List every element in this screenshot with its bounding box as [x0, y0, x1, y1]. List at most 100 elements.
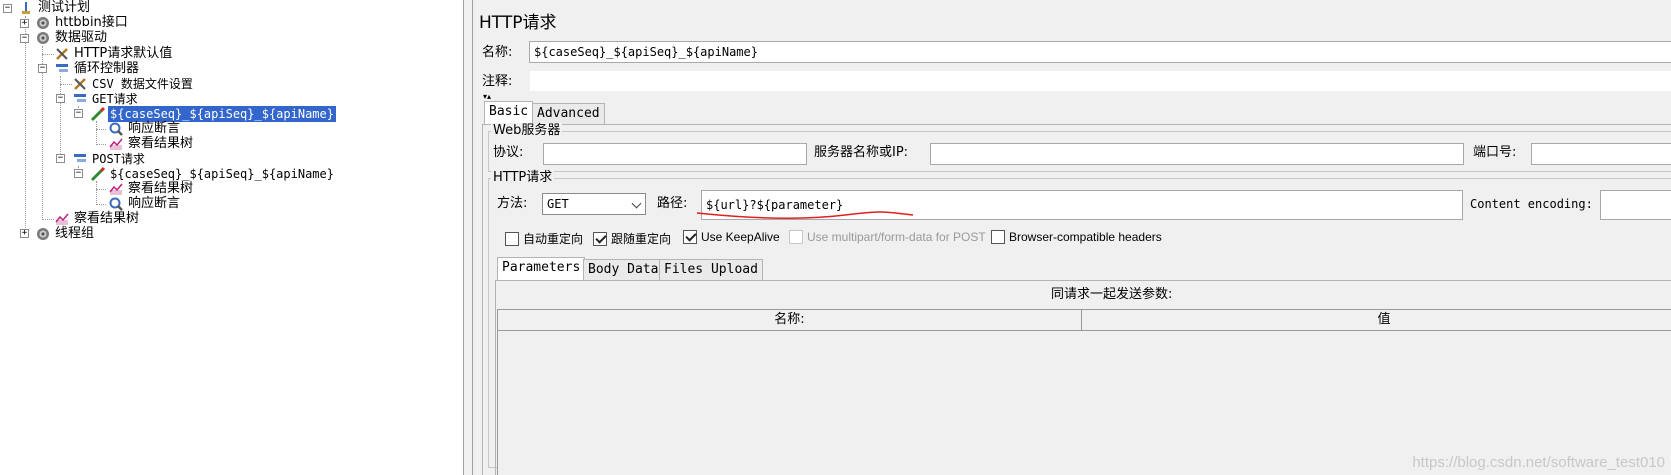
tree-node-label: 线程组: [55, 226, 95, 241]
controller-icon: [72, 91, 88, 107]
method-select-value: GET: [547, 197, 569, 211]
tree-node-get-sampler[interactable]: ${caseSeq}_${apiSeq}_${apiName}: [90, 106, 336, 122]
keepalive-checkbox[interactable]: Use KeepAlive: [683, 230, 780, 244]
tree-node-label: 响应断言: [128, 196, 181, 211]
tree-node-label: httbbin接口: [55, 15, 128, 30]
controller-icon: [54, 61, 70, 77]
expand-toggle[interactable]: +: [20, 19, 29, 28]
tree-node-post-sampler[interactable]: ${caseSeq}_${apiSeq}_${apiName}: [90, 166, 336, 182]
params-caption: 同请求一起发送参数:: [1051, 287, 1173, 302]
multipart-checkbox: Use multipart/form-data for POST: [789, 230, 986, 244]
magnifier-icon: [108, 196, 124, 212]
magnifier-icon: [108, 121, 124, 137]
method-select[interactable]: GET: [542, 193, 646, 215]
tree-node-data-driven[interactable]: 数据驱动: [35, 30, 109, 46]
http-request-panel: HTTP请求 名称: ${caseSeq}_${apiSeq}_${apiNam…: [473, 0, 1671, 475]
gear-icon: [35, 30, 51, 46]
tree-node-test-plan[interactable]: 测试计划: [18, 0, 92, 16]
tree-node-post-request[interactable]: POST请求: [72, 151, 147, 167]
http-request-group-title: HTTP请求: [491, 170, 555, 186]
tree-node-http-defaults[interactable]: HTTP请求默认值: [54, 46, 174, 62]
collapse-toggle[interactable]: −: [38, 64, 47, 73]
tree-node-thread-group[interactable]: 线程组: [35, 226, 96, 242]
checkbox-label: Use KeepAlive: [701, 230, 780, 244]
tree-node-loop-controller[interactable]: 循环控制器: [54, 61, 141, 77]
tab-files-upload[interactable]: Files Upload: [659, 259, 763, 280]
wrench-icon: [54, 46, 70, 62]
split-pane-divider[interactable]: [463, 0, 473, 475]
method-label: 方法:: [497, 196, 528, 211]
checkbox-label: Use multipart/form-data for POST: [807, 230, 986, 244]
tree-node-label: 响应断言: [128, 121, 181, 136]
tree-node-post-assertion[interactable]: 响应断言: [108, 196, 182, 212]
collapse-toggle[interactable]: −: [56, 154, 65, 163]
tree-node-label: GET请求: [92, 92, 138, 106]
tree-node-results-tree[interactable]: 察看结果树: [54, 211, 141, 227]
test-plan-icon: [18, 0, 34, 16]
collapse-toggle[interactable]: −: [74, 109, 83, 118]
tree-node-label: 循环控制器: [74, 61, 140, 76]
tree-node-label: 数据驱动: [55, 30, 108, 45]
follow-redirect-checkbox[interactable]: 跟随重定向: [593, 230, 671, 247]
checkbox-box: [505, 231, 519, 246]
content-encoding-field[interactable]: [1600, 190, 1671, 220]
web-server-group-title: Web服务器: [491, 123, 563, 139]
protocol-label: 协议:: [493, 145, 524, 160]
checkbox-box: [789, 230, 803, 244]
auto-redirect-checkbox[interactable]: 自动重定向: [505, 230, 583, 247]
params-table[interactable]: [497, 309, 1671, 475]
protocol-field[interactable]: [543, 143, 807, 165]
chart-icon: [54, 211, 70, 227]
chart-icon: [108, 181, 124, 197]
test-plan-tree: − + − − − − − − + 测试计划 httbbin接口 数据驱动 HT…: [0, 0, 463, 475]
tree-node-label: 察看结果树: [74, 211, 140, 226]
tree-node-label: ${caseSeq}_${apiSeq}_${apiName}: [110, 167, 334, 181]
tree-node-label: HTTP请求默认值: [74, 46, 173, 61]
comment-field[interactable]: [529, 70, 1671, 92]
tree-node-get-results-tree[interactable]: 察看结果树: [108, 136, 195, 152]
browser-compatible-checkbox[interactable]: Browser-compatible headers: [991, 230, 1162, 244]
annotation-stroke: [696, 211, 914, 219]
sampler-pen-icon: [90, 166, 106, 182]
name-field[interactable]: ${caseSeq}_${apiSeq}_${apiName}: [529, 41, 1671, 63]
annotation-underline: [696, 211, 914, 219]
tree-node-label: POST请求: [92, 152, 145, 166]
tree-node-label: 测试计划: [38, 0, 91, 15]
tree-node-label: ${caseSeq}_${apiSeq}_${apiName}: [108, 106, 336, 122]
column-header-name[interactable]: 名称:: [497, 309, 1082, 331]
port-label: 端口号:: [1473, 145, 1517, 160]
gear-icon: [35, 226, 51, 242]
chart-icon: [108, 136, 124, 152]
expand-toggle[interactable]: +: [20, 229, 29, 238]
resize-arrows-icon[interactable]: ▾▴: [483, 93, 491, 101]
tree-node-csv-config[interactable]: CSV 数据文件设置: [72, 76, 195, 92]
checkbox-label: 自动重定向: [523, 232, 584, 246]
chevron-down-icon: [631, 198, 642, 209]
tree-node-label: 察看结果树: [128, 181, 194, 196]
name-label: 名称:: [482, 45, 513, 60]
panel-title: HTTP请求: [479, 13, 557, 33]
tab-body-data[interactable]: Body Data: [583, 259, 664, 280]
checkbox-label: Browser-compatible headers: [1009, 230, 1162, 244]
collapse-toggle[interactable]: −: [56, 94, 65, 103]
checkbox-label: 跟随重定向: [611, 232, 672, 246]
port-field[interactable]: [1531, 143, 1671, 165]
gear-icon: [35, 15, 51, 31]
column-header-value[interactable]: 值: [1081, 309, 1671, 331]
tree-node-get-request[interactable]: GET请求: [72, 91, 140, 107]
collapse-toggle[interactable]: −: [20, 34, 29, 43]
tree-node-post-results-tree[interactable]: 察看结果树: [108, 181, 195, 197]
tree-node-get-assertion[interactable]: 响应断言: [108, 121, 182, 137]
collapse-toggle[interactable]: −: [74, 169, 83, 178]
checkbox-box: [991, 230, 1005, 244]
server-field[interactable]: [930, 143, 1464, 165]
collapse-toggle[interactable]: −: [3, 4, 12, 13]
sampler-pen-icon: [90, 106, 106, 122]
tab-basic[interactable]: Basic: [484, 101, 534, 124]
comment-label: 注释:: [482, 74, 513, 89]
checkbox-box: [683, 230, 697, 244]
watermark-text: https://blog.csdn.net/software_test010: [1412, 454, 1665, 471]
tab-advanced[interactable]: Advanced: [532, 103, 605, 124]
tree-node-httpbin[interactable]: httbbin接口: [35, 15, 130, 31]
tab-parameters[interactable]: Parameters: [497, 257, 586, 280]
